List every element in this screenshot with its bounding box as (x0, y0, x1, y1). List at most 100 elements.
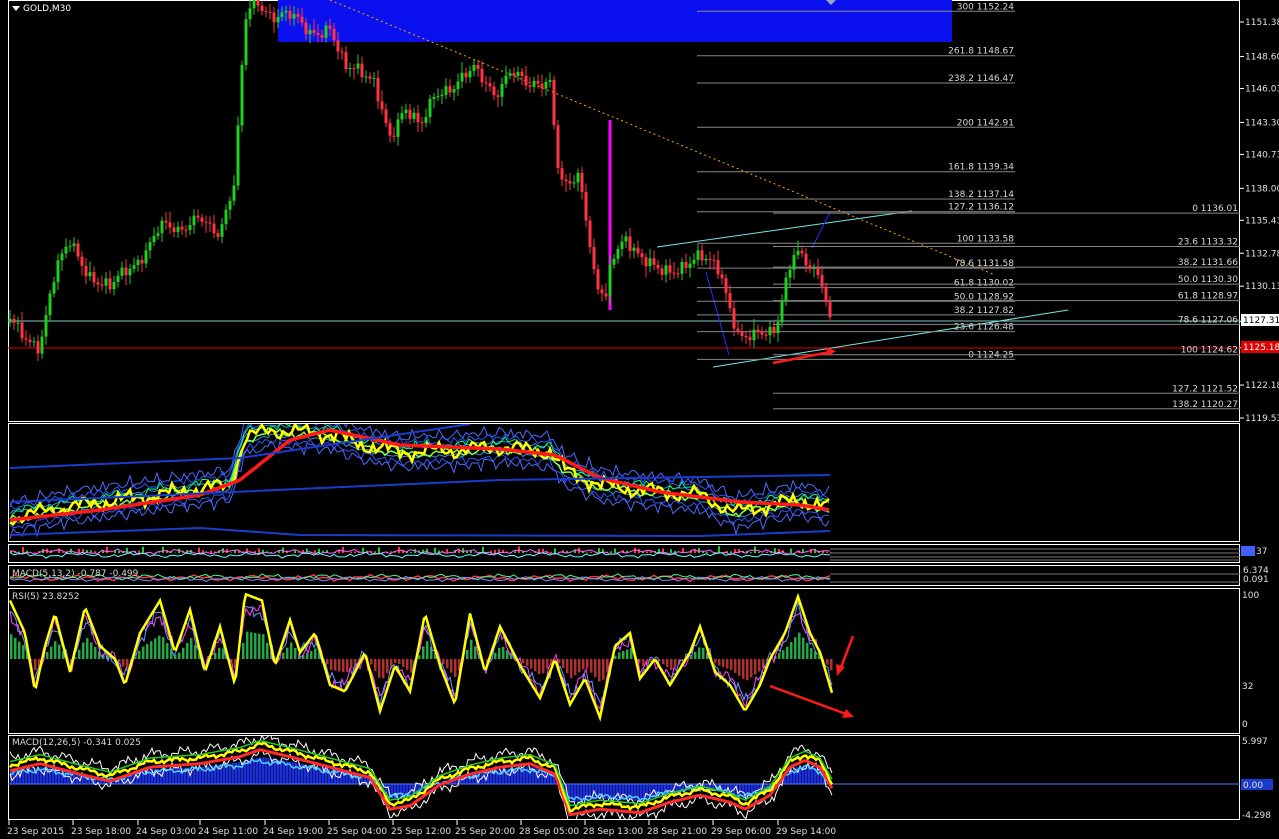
candle-body (72, 243, 76, 247)
rsi-histogram-bar (214, 652, 217, 659)
rsi-histogram-bar (810, 648, 813, 659)
rsi-red-arrow-trend[interactable] (769, 684, 847, 716)
rsi-histogram-bar (786, 646, 789, 659)
price-tick-label: 1135.43 (1245, 216, 1279, 226)
rsi-panel[interactable] (8, 592, 834, 722)
candle-body (692, 259, 696, 264)
strip-bar (62, 552, 64, 553)
macd-histogram-bar (175, 768, 178, 784)
macd-histogram-bar (292, 762, 295, 784)
supply-zone-rectangle[interactable] (278, 0, 952, 42)
candle-body (172, 227, 176, 232)
candle-body (432, 96, 436, 99)
time-tick-label: 25 Sep 20:00 (455, 827, 515, 837)
macd-panel[interactable] (8, 733, 1240, 822)
rsi-histogram-bar (534, 659, 537, 672)
candlesticks (8, 0, 832, 361)
rsi-histogram-bar (338, 659, 341, 672)
candle-body (756, 329, 760, 333)
symbol-menu-icon[interactable] (12, 6, 20, 11)
rsi-histogram-bar (546, 659, 549, 669)
chart-window[interactable]: 300 1152.24 261.8 1148.67 238.2 1146.47 200… (0, 0, 1279, 839)
fib-level-label: 138.2 1137.14 (948, 190, 1014, 200)
candle-body (780, 301, 784, 323)
candle-body (564, 179, 568, 182)
strip-bar (142, 546, 144, 553)
rsi-histogram-bar (346, 659, 349, 672)
candle-body (644, 257, 648, 267)
time-tick-label: 28 Sep 13:00 (583, 827, 643, 837)
candle-body (652, 258, 656, 265)
price-axis[interactable]: 1151.38 1148.60 1146.03 1143.30 1140.73 1138.… (1240, 18, 1279, 424)
time-axis[interactable]: 23 Sep 2015 23 Sep 18:00 24 Sep 03:00 24 Se… (7, 820, 836, 837)
candle-body (100, 284, 104, 286)
rsi-red-arrow-down[interactable] (838, 635, 855, 671)
candle-body (20, 322, 24, 339)
candle-body (488, 83, 492, 87)
strip-bar (198, 547, 200, 553)
macd-histogram-bar (634, 784, 637, 801)
rsi-tick-100: 100 (1242, 591, 1259, 601)
rsi-histogram-bar (738, 659, 741, 676)
candle-body (12, 318, 16, 323)
macd-small-panel[interactable] (9, 573, 1240, 583)
candle-body (540, 83, 544, 89)
rsi-histogram-bar (178, 652, 181, 659)
candle-body (480, 68, 484, 83)
rsi-histogram-bar (394, 659, 397, 664)
rsi-histogram-bar (694, 651, 697, 659)
channel-upper-line[interactable] (656, 210, 913, 248)
candle-body (528, 85, 532, 87)
rsi-histogram-bar (86, 638, 89, 659)
strip-bar (342, 546, 344, 553)
candle-body (656, 264, 660, 269)
red-arrow-main[interactable] (772, 350, 831, 365)
candle-body (236, 125, 240, 186)
candle-body (416, 112, 420, 123)
candle-body (568, 181, 572, 184)
candle-body (404, 109, 408, 114)
ribbon-indicator-panel[interactable] (9, 410, 831, 539)
rsi-histogram-bar (246, 631, 249, 659)
fib-level-label: 100 1133.58 (957, 234, 1015, 244)
candle-body (456, 81, 460, 90)
rsi-histogram-bar (122, 659, 125, 667)
fibonacci-left[interactable]: 300 1152.24 261.8 1148.67 238.2 1146.47 200… (697, 2, 1015, 360)
macd-histogram-bar (262, 757, 265, 784)
candle-body (772, 327, 776, 334)
candle-body (760, 332, 764, 335)
strip-bar (474, 552, 476, 553)
fib-level-label: 161.8 1139.34 (948, 163, 1014, 173)
candle-body (168, 222, 172, 228)
rsi-histogram-bar (470, 639, 473, 659)
strip-bar (590, 551, 592, 553)
candle-body (144, 250, 148, 264)
fib-level-label: 38.2 1131.66 (1178, 258, 1238, 268)
rsi-histogram-bar (522, 659, 525, 664)
candle-body (452, 89, 456, 93)
strip-bar (766, 551, 768, 553)
candle-body (748, 336, 752, 341)
candle-body (424, 116, 428, 123)
candle-body (188, 225, 192, 230)
main-panel[interactable]: 300 1152.24 261.8 1148.67 238.2 1146.47 200… (8, 0, 1240, 410)
oscillator-strip-panel[interactable] (9, 546, 1240, 561)
strip-bar (314, 550, 316, 553)
candle-body (804, 253, 808, 266)
rsi-histogram-bar (290, 642, 293, 659)
candle-body (396, 119, 400, 137)
candle-body (268, 11, 272, 13)
candle-body (252, 0, 256, 9)
macd-histogram-bar (22, 769, 25, 784)
candle-body (96, 282, 100, 285)
candle-body (684, 261, 688, 269)
strip-bar (706, 552, 708, 553)
strip-bar (470, 550, 472, 553)
candle-body (636, 247, 640, 254)
candle-body (136, 259, 140, 266)
fib-connector-line[interactable] (811, 211, 831, 249)
candle-body (560, 168, 564, 180)
strip-bar (294, 550, 296, 553)
strip-bar (826, 552, 828, 553)
time-tick-label: 24 Sep 19:00 (263, 827, 323, 837)
